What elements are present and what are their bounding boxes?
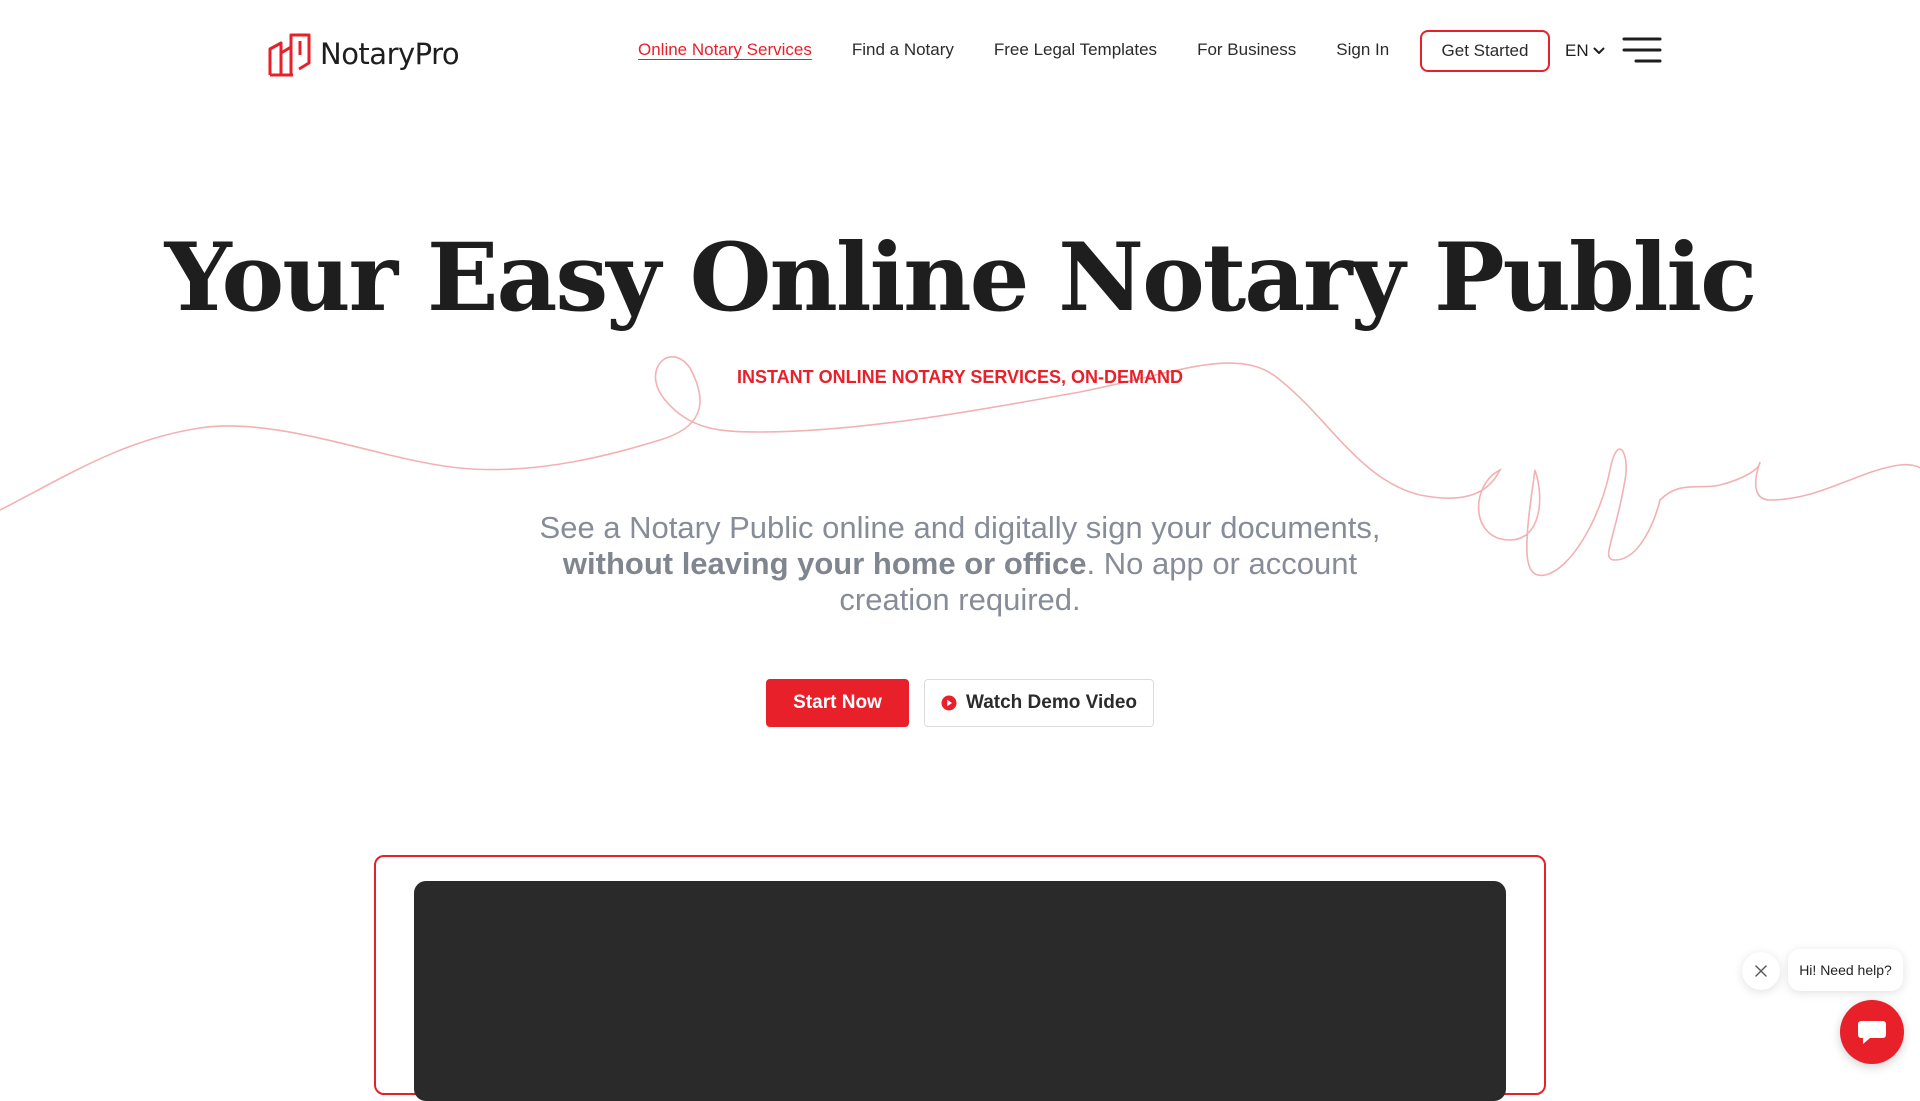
hero-title: Your Easy Online Notary Public	[164, 223, 1758, 333]
chat-close-button[interactable]	[1742, 952, 1780, 990]
watch-demo-video-button[interactable]: Watch Demo Video	[924, 679, 1154, 727]
demo-video-player[interactable]	[414, 881, 1506, 1101]
nav-for-business[interactable]: For Business	[1197, 40, 1296, 60]
hero-description: See a Notary Public online and digitally…	[520, 510, 1400, 618]
chat-greeting-bubble[interactable]: Hi! Need help?	[1788, 949, 1903, 991]
nav-sign-in[interactable]: Sign In	[1336, 40, 1389, 60]
nav-free-legal-templates[interactable]: Free Legal Templates	[994, 40, 1157, 60]
hero-description-bold: without leaving your home or office	[562, 546, 1087, 581]
watch-demo-video-label: Watch Demo Video	[965, 692, 1138, 713]
nav-online-notary-services[interactable]: Online Notary Services	[638, 40, 812, 60]
get-started-button[interactable]: Get Started	[1420, 30, 1550, 72]
language-selector[interactable]: EN	[1565, 38, 1605, 64]
language-label: EN	[1565, 41, 1589, 60]
hero-description-start: See a Notary Public online and digitally…	[539, 510, 1381, 545]
main-nav: Online Notary Services Find a Notary Fre…	[638, 30, 1429, 70]
logo[interactable]: NotaryPro	[267, 31, 460, 77]
nav-find-a-notary[interactable]: Find a Notary	[852, 40, 954, 60]
start-now-button[interactable]: Start Now	[766, 679, 909, 727]
chat-icon	[1858, 1021, 1886, 1044]
chevron-down-icon	[1593, 47, 1605, 54]
hero-subtitle: INSTANT ONLINE NOTARY SERVICES, ON-DEMAN…	[736, 367, 1184, 387]
close-icon	[1755, 965, 1767, 977]
logo-text: NotaryPro	[320, 37, 460, 71]
hamburger-icon[interactable]	[1622, 36, 1662, 64]
chat-launcher-button[interactable]	[1840, 1000, 1904, 1064]
notary-building-icon	[268, 33, 311, 77]
site-header: NotaryPro Online Notary Services Find a …	[0, 0, 1920, 100]
play-circle-icon	[941, 695, 957, 711]
